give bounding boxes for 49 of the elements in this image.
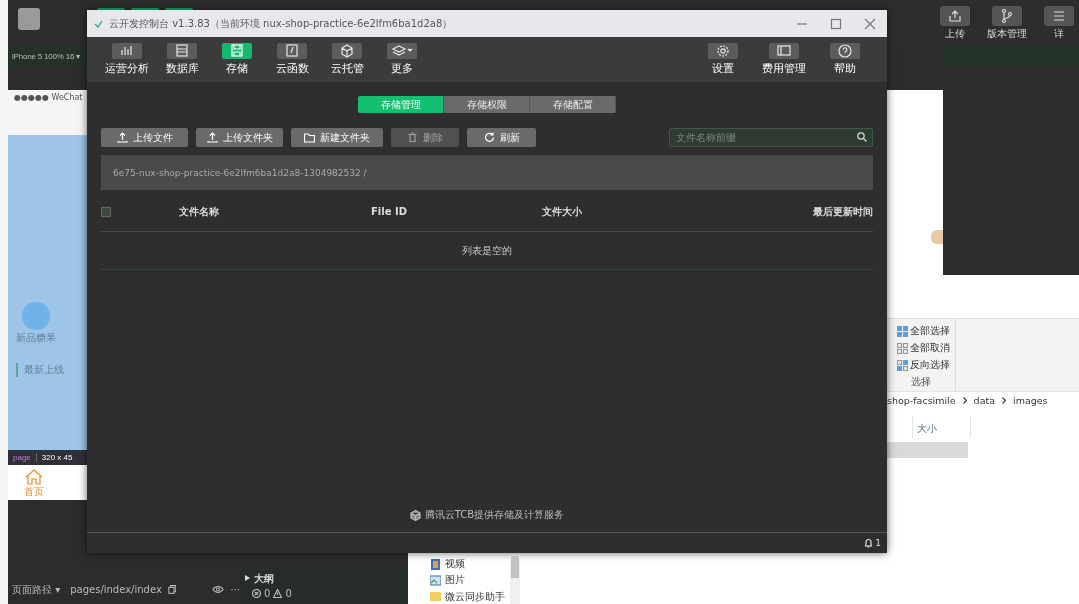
toolbar-button[interactable]: 费用管理 [762,43,806,76]
warning-count: 0 [285,588,292,599]
action-button[interactable]: 上传文件夹 [196,128,283,147]
column-header[interactable]: 文件大小 [542,204,582,219]
more-button[interactable]: ··· [230,584,240,595]
toolbar-button[interactable]: 运营分析 [105,43,149,76]
column-header[interactable]: 大小 [917,423,937,434]
tool-label: 版本管理 [987,27,1027,41]
storage-path: 6e75-nux-shop-practice-6e2lfm6ba1d2a8-1304982532 / [113,167,367,178]
toolbar-button[interactable]: 存储 [215,43,259,76]
error-count: 0 [264,588,271,599]
breadcrumb-item[interactable]: data [973,395,995,406]
toolbar-button[interactable]: 云托管 [325,43,369,76]
ribbon-button[interactable]: 全部取消 [910,341,950,355]
nav-item[interactable]: 微云同步助手 [445,589,505,604]
window-title: 云开发控制台 v1.3.83（当前环境 nux-shop-practice-6e2lfm6ba1d2a8） [109,16,454,31]
toolbar-button[interactable]: 云函数 [270,43,314,76]
column-header[interactable]: File ID [371,206,407,217]
action-button[interactable]: 上传文件 [101,128,188,147]
toolbar-button[interactable]: 帮助 [823,43,867,76]
tab[interactable]: 存储权限 [444,96,530,113]
ribbon-button[interactable]: 全部选择 [910,324,950,338]
action-button[interactable]: 刷新 [467,128,536,147]
page-path: pages/index/index [70,584,162,595]
tool-label: 详 [1054,27,1064,41]
empty-message: 列表是空的 [462,243,512,258]
breadcrumb-item[interactable]: images [1013,395,1048,406]
status-bar-text: ●●●●● WeChat [14,93,83,102]
tool-label: 上传 [945,27,965,41]
search-field[interactable]: 文件名称前缀 [669,128,873,147]
device-selector[interactable]: iPhone 5 100% 16 ▾ [12,52,80,61]
nav-item[interactable]: 视频 [445,557,465,572]
toolbar-button[interactable]: 更多 [380,43,424,76]
footer-note: 腾讯云TCB提供存储及计算服务 [424,508,565,522]
column-header[interactable]: 最后更新时间 [813,204,873,219]
column-header[interactable]: 文件名称 [179,204,219,219]
notification-count: 1 [875,538,881,548]
breadcrumb-item[interactable]: shop-facsimile [887,395,956,406]
toolbar-button[interactable]: 设置 [701,43,745,76]
toolbar-button[interactable]: 数据库 [160,43,204,76]
page-path-label[interactable]: 页面路径 ▾ [12,582,61,597]
ribbon-button[interactable]: 反向选择 [910,358,950,372]
element-tag: page [8,453,37,462]
ribbon-group-label: 选择 [911,375,931,389]
tab[interactable]: 存储配置 [530,96,616,113]
nav-item[interactable]: 图片 [445,573,465,588]
outline-panel-title[interactable]: 大纲 [254,572,274,586]
action-button[interactable]: 新建文件夹 [291,128,383,147]
element-size: 320 x 45 [40,453,74,462]
